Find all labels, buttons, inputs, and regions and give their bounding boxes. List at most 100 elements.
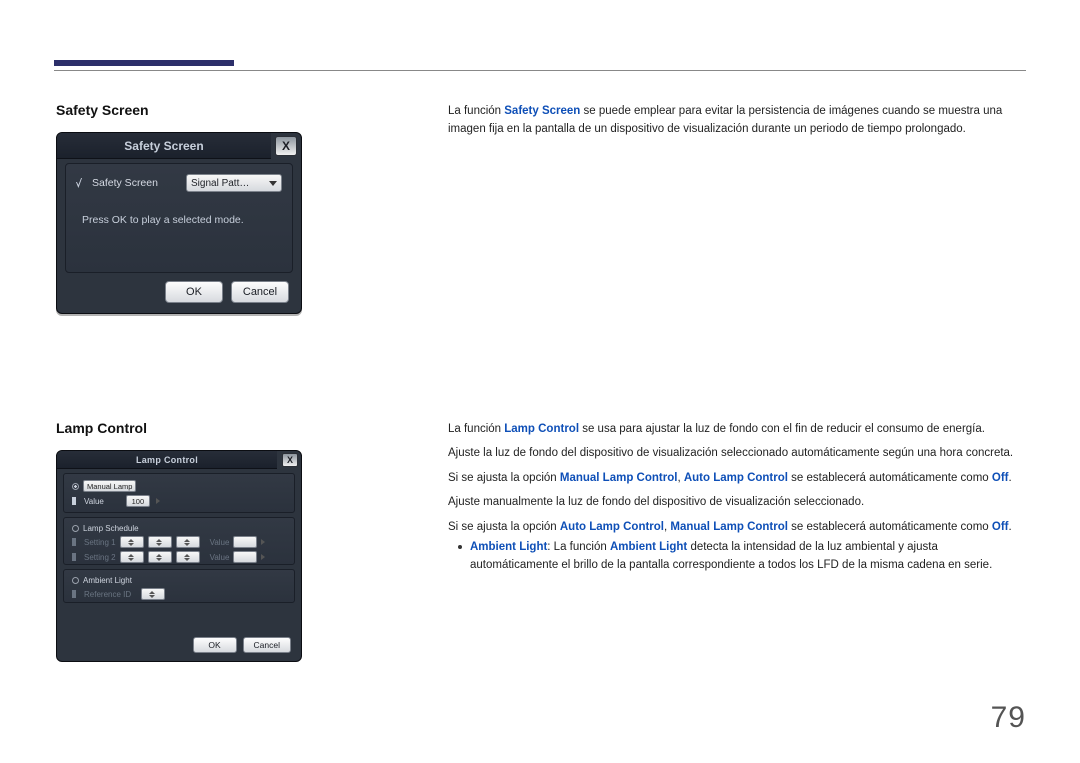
bullet-text: Ambient Light: La función Ambient Light … [470, 538, 1024, 575]
dropdown-value: Signal Patt… [191, 178, 249, 189]
ok-label: OK [186, 286, 202, 298]
value-field[interactable]: 100 [126, 495, 150, 507]
ampm-spinner[interactable] [176, 536, 200, 548]
dialog-title: Lamp Control [57, 451, 277, 469]
marker-icon [72, 538, 76, 546]
sched-value-label: Value [210, 538, 230, 547]
dialog-body: Safety Screen Signal Patt… Press OK to p… [65, 163, 293, 273]
cancel-button[interactable]: Cancel [231, 281, 289, 303]
paragraph: Si se ajusta la opción Auto Lamp Control… [448, 518, 1024, 536]
text: La función [448, 423, 504, 435]
chevron-right-icon [156, 498, 160, 504]
field-label: Safety Screen [92, 177, 158, 189]
sched-value-field[interactable] [233, 551, 257, 563]
ambient-light-panel: Ambient Light Reference ID [63, 569, 295, 603]
term: Manual Lamp Control [560, 472, 678, 484]
hour-spinner[interactable] [120, 536, 144, 548]
radio-icon[interactable] [72, 525, 79, 532]
text: se establecerá automáticamente como [788, 521, 992, 533]
term: Off [992, 521, 1009, 533]
chevron-right-icon [261, 539, 265, 545]
value-number: 100 [132, 497, 145, 506]
page-number: 79 [991, 701, 1026, 735]
lamp-control-description: La función Lamp Control se usa para ajus… [448, 420, 1024, 575]
value-row: Value 100 [72, 495, 286, 507]
manual-lamp-label: Manual Lamp [83, 480, 136, 492]
document-page: Safety Screen La función Safety Screen s… [0, 0, 1080, 763]
dialog-footer: OK Cancel [57, 634, 301, 656]
lamp-control-dialog: Lamp Control X Manual Lamp Value 100 Lam… [56, 450, 302, 662]
safety-screen-description: La función Safety Screen se puede emplea… [448, 102, 1024, 139]
setting1-label: Setting 1 [84, 538, 116, 547]
lamp-schedule-label: Lamp Schedule [83, 524, 139, 533]
minute-spinner[interactable] [148, 536, 172, 548]
lamp-control-heading: Lamp Control [56, 420, 147, 436]
check-icon [76, 178, 82, 188]
close-icon: X [287, 455, 293, 465]
text: Si se ajusta la opción [448, 521, 560, 533]
reference-row: Reference ID [72, 588, 286, 600]
chevron-right-icon [261, 554, 265, 560]
ok-button[interactable]: OK [193, 637, 237, 653]
paragraph: Ajuste la luz de fondo del dispositivo d… [448, 444, 1024, 462]
term: Auto Lamp Control [684, 472, 788, 484]
header-rule [54, 70, 1026, 71]
paragraph: Ajuste manualmente la luz de fondo del d… [448, 493, 1024, 511]
marker-icon [72, 590, 76, 598]
radio-icon[interactable] [72, 577, 79, 584]
paragraph: La función Lamp Control se usa para ajus… [448, 420, 1024, 438]
reference-label: Reference ID [84, 590, 131, 599]
term: Off [992, 472, 1009, 484]
term: Ambient Light [470, 541, 547, 553]
safety-screen-term: Safety Screen [504, 105, 580, 117]
text: La función [448, 105, 504, 117]
safety-screen-dropdown[interactable]: Signal Patt… [186, 174, 282, 192]
safety-screen-field-row: Safety Screen Signal Patt… [76, 174, 282, 192]
ampm-spinner[interactable] [176, 551, 200, 563]
setting2-label: Setting 2 [84, 553, 116, 562]
close-icon: X [282, 139, 290, 153]
close-button[interactable]: X [282, 453, 298, 467]
text: : La función [547, 541, 610, 553]
text: . [1008, 472, 1011, 484]
text: . [1008, 521, 1011, 533]
ok-button[interactable]: OK [165, 281, 223, 303]
marker-icon [72, 553, 76, 561]
safety-screen-dialog: Safety Screen X Safety Screen Signal Pat… [56, 132, 302, 314]
ambient-light-row: Ambient Light [72, 576, 286, 585]
manual-lamp-row: Manual Lamp [72, 480, 286, 492]
dialog-footer: OK Cancel [57, 277, 301, 307]
cancel-label: Cancel [254, 640, 280, 650]
sched-value-label: Value [210, 553, 230, 562]
value-label: Value [84, 497, 104, 506]
close-button[interactable]: X [275, 136, 297, 156]
lamp-schedule-panel: Lamp Schedule Setting 1 Value Setting 2 … [63, 517, 295, 565]
term: Ambient Light [610, 541, 687, 553]
term: Auto Lamp Control [560, 521, 664, 533]
reference-dropdown[interactable] [141, 588, 165, 600]
term: Manual Lamp Control [670, 521, 788, 533]
lamp-schedule-row: Lamp Schedule [72, 524, 286, 533]
setting1-row: Setting 1 Value [72, 536, 286, 548]
hour-spinner[interactable] [120, 551, 144, 563]
paragraph: Si se ajusta la opción Manual Lamp Contr… [448, 469, 1024, 487]
dialog-hint: Press OK to play a selected mode. [76, 214, 282, 226]
sched-value-field[interactable] [233, 536, 257, 548]
minute-spinner[interactable] [148, 551, 172, 563]
term: Lamp Control [504, 423, 579, 435]
ambient-light-label: Ambient Light [83, 576, 132, 585]
bullet-icon [458, 545, 462, 549]
radio-icon[interactable] [72, 483, 79, 490]
marker-icon [72, 497, 76, 505]
cancel-label: Cancel [243, 286, 277, 298]
text: se usa para ajustar la luz de fondo con … [579, 423, 985, 435]
dialog-title: Safety Screen [57, 133, 271, 159]
text: se establecerá automáticamente como [788, 472, 992, 484]
text: Si se ajusta la opción [448, 472, 560, 484]
setting2-row: Setting 2 Value [72, 551, 286, 563]
ok-label: OK [208, 640, 220, 650]
manual-lamp-panel: Manual Lamp Value 100 [63, 473, 295, 513]
cancel-button[interactable]: Cancel [243, 637, 291, 653]
bullet-item: Ambient Light: La función Ambient Light … [448, 538, 1024, 575]
safety-screen-heading: Safety Screen [56, 102, 149, 118]
